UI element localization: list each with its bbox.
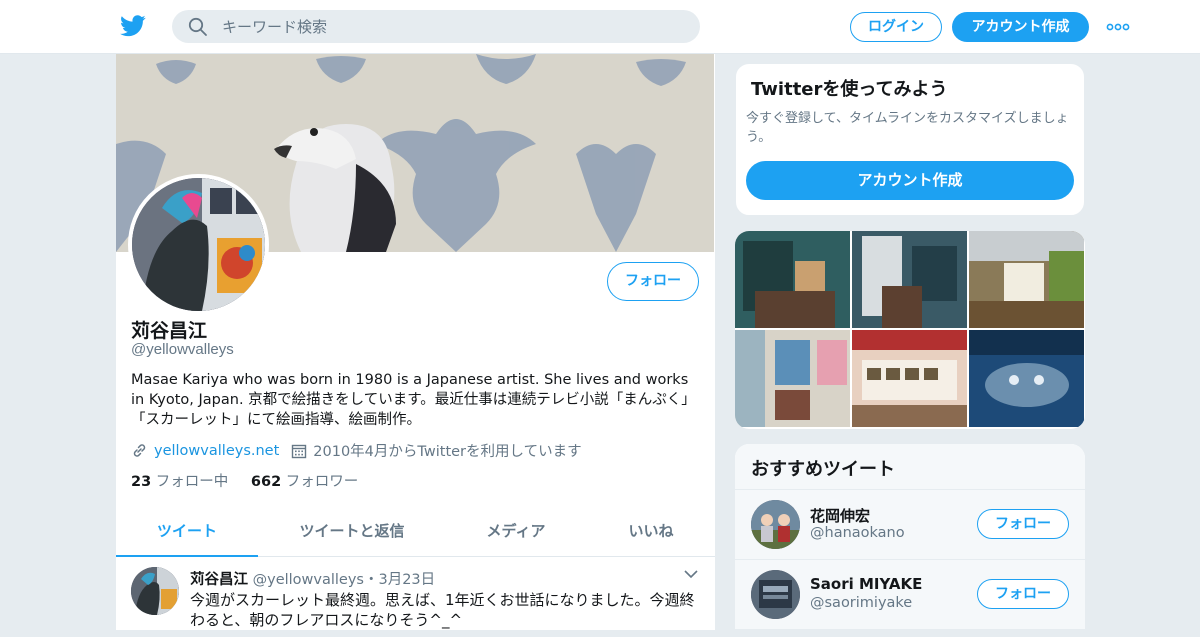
tweet-header: 苅谷昌江 @yellowvalleys・3月23日 — [190, 568, 435, 589]
photo-image — [852, 330, 967, 427]
photo-image — [969, 231, 1084, 328]
tweet-avatar-image — [131, 567, 179, 615]
avatar-image — [751, 500, 800, 549]
recommended-name[interactable]: 花岡伸宏 — [810, 505, 870, 526]
recommended-title: おすすめツイート — [751, 459, 895, 480]
photo-image — [735, 231, 850, 328]
avatar-image — [751, 570, 800, 619]
tweet-text: 今週がスカーレット最終週。思えば、1年近くお世話になりました。今週終わると、朝の… — [190, 591, 695, 629]
recommended-user[interactable]: Saori MIYAKE @saorimiyake フォロー — [735, 560, 1085, 630]
recommended-avatar[interactable] — [751, 500, 800, 549]
followers-label: フォロワー — [285, 474, 359, 490]
tab-tweets[interactable]: ツイート — [116, 506, 258, 557]
recommended-name[interactable]: Saori MIYAKE — [810, 575, 922, 593]
tweet-separator: ・ — [363, 572, 379, 588]
recommended-handle: @hanaokano — [810, 525, 905, 541]
calendar-icon — [292, 444, 307, 458]
tweet-author-name[interactable]: 苅谷昌江 — [190, 572, 248, 588]
recommended-follow-button[interactable]: フォロー — [977, 509, 1069, 539]
photo-grid — [735, 231, 1085, 429]
photo-thumbnail[interactable] — [735, 231, 850, 328]
following-count: 23 — [131, 474, 152, 490]
recommended-handle: @saorimiyake — [810, 595, 913, 611]
followers-count: 662 — [250, 474, 282, 490]
search-input[interactable] — [222, 10, 682, 43]
follow-button[interactable]: フォロー — [607, 262, 699, 301]
chevron-down-icon[interactable] — [684, 569, 698, 579]
tab-media[interactable]: メディア — [466, 506, 566, 557]
recommended-tweets-card: おすすめツイート 花岡伸宏 @hanaokano フォロー Saori MIYA… — [735, 444, 1085, 630]
profile-avatar[interactable] — [128, 174, 269, 315]
tweet-avatar[interactable] — [131, 567, 179, 615]
photo-image — [735, 330, 850, 427]
profile-meta: yellowvalleys.net 2010年4月からTwitterを利用してい… — [131, 440, 582, 461]
tab-tweets-replies[interactable]: ツイートと返信 — [278, 506, 426, 557]
more-dots-icon[interactable] — [1106, 20, 1130, 34]
photo-thumbnail[interactable] — [735, 330, 850, 427]
signup-card-subtitle: 今すぐ登録して、タイムラインをカスタマイズしましょう。 — [746, 111, 1069, 145]
recommended-follow-button[interactable]: フォロー — [977, 579, 1069, 609]
followers-stat[interactable]: 662 フォロワー — [251, 474, 358, 490]
tweet-author-handle: @yellowvalleys — [252, 572, 364, 588]
photo-thumbnail[interactable] — [852, 330, 967, 427]
twitter-bird-icon[interactable] — [120, 14, 146, 38]
profile-tabs: ツイート ツイートと返信 メディア いいね — [116, 506, 715, 557]
tab-likes[interactable]: いいね — [606, 506, 696, 557]
following-stat[interactable]: 23 フォロー中 — [131, 474, 228, 490]
photo-thumbnail[interactable] — [969, 330, 1084, 427]
joined-date: 2010年4月からTwitterを利用しています — [291, 440, 582, 461]
profile-stats: 23 フォロー中 662 フォロワー — [131, 470, 358, 491]
profile-bio: Masae Kariya who was born in 1980 is a J… — [131, 372, 689, 428]
signup-card-title: Twitterを使ってみよう — [751, 79, 948, 100]
profile-column: フォロー 苅谷昌江 @yellowvalleys Masae Kariya wh… — [116, 54, 715, 637]
joined-text: 2010年4月からTwitterを利用しています — [313, 444, 582, 460]
link-icon — [133, 444, 146, 457]
top-navigation-bar: ログイン アカウント作成 — [0, 0, 1200, 54]
avatar-artwork — [132, 178, 265, 311]
tweet-timestamp[interactable]: 3月23日 — [378, 572, 435, 588]
recommended-title-bar: おすすめツイート — [735, 444, 1085, 490]
login-button[interactable]: ログイン — [850, 12, 942, 42]
website-link[interactable]: yellowvalleys.net — [154, 443, 279, 459]
photo-image — [852, 231, 967, 328]
profile-handle: @yellowvalleys — [131, 341, 234, 358]
signup-card-button[interactable]: アカウント作成 — [746, 161, 1074, 200]
search-icon — [188, 17, 207, 36]
search-box — [172, 10, 700, 43]
photo-image — [969, 330, 1084, 427]
recommended-avatar[interactable] — [751, 570, 800, 619]
tweet-item[interactable]: 苅谷昌江 @yellowvalleys・3月23日 今週がスカーレット最終週。思… — [116, 557, 715, 637]
profile-name: 苅谷昌江 — [131, 320, 208, 342]
signup-card: Twitterを使ってみよう 今すぐ登録して、タイムラインをカスタマイズしましょ… — [735, 63, 1085, 216]
following-label: フォロー中 — [155, 474, 229, 490]
recommended-user[interactable]: 花岡伸宏 @hanaokano フォロー — [735, 490, 1085, 560]
signup-button[interactable]: アカウント作成 — [952, 12, 1089, 42]
photo-thumbnail[interactable] — [852, 231, 967, 328]
photo-thumbnail[interactable] — [969, 231, 1084, 328]
